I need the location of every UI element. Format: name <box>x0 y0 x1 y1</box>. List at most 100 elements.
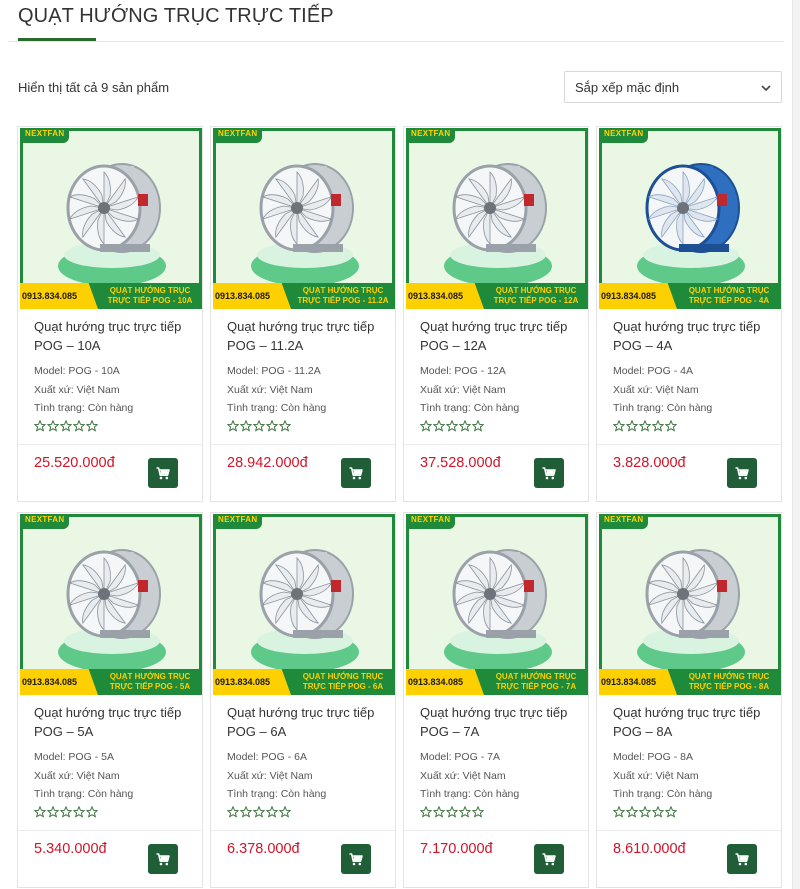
product-card[interactable]: NEXTFAN 0913.834.085 QUẠT HƯỚNG TRỤC TRỰ… <box>17 512 203 888</box>
star-outline-icon <box>240 805 252 818</box>
product-name-link[interactable]: Quạt hướng trục trực tiếp POG – 7A <box>420 703 580 741</box>
star-outline-icon <box>665 419 677 432</box>
sort-select[interactable]: Sắp xếp mặc định <box>564 71 782 103</box>
product-name-link[interactable]: Quạt hướng trục trực tiếp POG – 11.2A <box>227 317 387 355</box>
product-price: 3.828.000đ <box>613 455 686 471</box>
cart-icon <box>156 466 170 479</box>
product-origin: Xuất xứ: Việt Nam <box>420 383 506 396</box>
product-image[interactable]: NEXTFAN 0913.834.085 QUẠT HƯỚNG TRỤC TRỰ… <box>213 514 395 695</box>
banner-text: QUẠT HƯỚNG TRỤC TRỰC TIẾP POG - 7A <box>486 672 586 692</box>
star-outline-icon <box>639 419 651 432</box>
product-image[interactable]: NEXTFAN 0913.834.085 QUẠT HƯỚNG TRỤC TRỰ… <box>20 514 202 695</box>
add-to-cart-button[interactable] <box>341 458 371 488</box>
product-image[interactable]: NEXTFAN 0913.834.085 QUẠT HƯỚNG TRỤC TRỰ… <box>406 128 588 309</box>
star-outline-icon <box>34 805 46 818</box>
add-to-cart-button[interactable] <box>534 458 564 488</box>
star-outline-icon <box>279 419 291 432</box>
star-outline-icon <box>626 419 638 432</box>
image-frame <box>406 514 588 695</box>
star-rating <box>420 419 580 434</box>
star-outline-icon <box>47 805 59 818</box>
banner-text: QUẠT HƯỚNG TRỤC TRỰC TIẾP POG - 6A <box>293 672 393 692</box>
card-divider <box>597 830 781 831</box>
star-rating <box>34 805 194 820</box>
sort-selected-label: Sắp xếp mặc định <box>575 80 680 95</box>
image-frame <box>213 514 395 695</box>
brand-tag: NEXTFAN <box>20 514 70 529</box>
cart-icon <box>349 466 363 479</box>
product-name-link[interactable]: Quạt hướng trục trực tiếp POG – 4A <box>613 317 773 355</box>
add-to-cart-button[interactable] <box>341 844 371 874</box>
product-model: Model: POG - 4A <box>613 365 693 377</box>
phone-number: 0913.834.085 <box>408 677 464 687</box>
star-outline-icon <box>266 805 278 818</box>
star-outline-icon <box>613 805 625 818</box>
banner-line-2: TRỰC TIẾP POG - 4A <box>688 296 770 305</box>
product-model: Model: POG - 7A <box>420 751 500 763</box>
product-status: Tình trạng: Còn hàng <box>420 402 520 414</box>
add-to-cart-button[interactable] <box>148 458 178 488</box>
product-image[interactable]: NEXTFAN 0913.834.085 QUẠT HƯỚNG TRỤC TRỰ… <box>213 128 395 309</box>
image-frame <box>20 514 202 695</box>
product-name-link[interactable]: Quạt hướng trục trực tiếp POG – 5A <box>34 703 194 741</box>
product-name-link[interactable]: Quạt hướng trục trực tiếp POG – 12A <box>420 317 580 355</box>
product-model: Model: POG - 8A <box>613 751 693 763</box>
product-name-link[interactable]: Quạt hướng trục trực tiếp POG – 10A <box>34 317 194 355</box>
star-outline-icon <box>446 419 458 432</box>
product-image[interactable]: NEXTFAN 0913.834.085 QUẠT HƯỚNG TRỤC TRỰ… <box>599 128 781 309</box>
product-status: Tình trạng: Còn hàng <box>227 788 327 800</box>
product-origin: Xuất xứ: Việt Nam <box>34 769 120 782</box>
product-status: Tình trạng: Còn hàng <box>227 402 327 414</box>
product-name-link[interactable]: Quạt hướng trục trực tiếp POG – 6A <box>227 703 387 741</box>
product-info: Quạt hướng trục trực tiếp POG – 6A Model… <box>227 703 387 820</box>
product-origin: Xuất xứ: Việt Nam <box>34 383 120 396</box>
product-card[interactable]: NEXTFAN 0913.834.085 QUẠT HƯỚNG TRỤC TRỰ… <box>210 126 396 502</box>
card-divider <box>404 444 588 445</box>
product-name-link[interactable]: Quạt hướng trục trực tiếp POG – 8A <box>613 703 773 741</box>
star-outline-icon <box>472 805 484 818</box>
cart-icon <box>735 852 749 865</box>
phone-number: 0913.834.085 <box>22 677 78 687</box>
star-rating <box>227 805 387 820</box>
star-outline-icon <box>34 419 46 432</box>
cart-icon <box>542 852 556 865</box>
product-status: Tình trạng: Còn hàng <box>613 788 713 800</box>
product-price: 8.610.000đ <box>613 841 686 857</box>
star-outline-icon <box>652 805 664 818</box>
add-to-cart-button[interactable] <box>727 458 757 488</box>
image-frame <box>406 128 588 309</box>
product-image[interactable]: NEXTFAN 0913.834.085 QUẠT HƯỚNG TRỤC TRỰ… <box>599 514 781 695</box>
banner-line-2: TRỰC TIẾP POG - 8A <box>688 682 770 691</box>
product-card[interactable]: NEXTFAN 0913.834.085 QUẠT HƯỚNG TRỤC TRỰ… <box>596 512 782 888</box>
card-divider <box>211 444 395 445</box>
banner-text: QUẠT HƯỚNG TRỤC TRỰC TIẾP POG - 8A <box>679 672 779 692</box>
product-info: Quạt hướng trục trực tiếp POG – 10A Mode… <box>34 317 194 434</box>
product-info: Quạt hướng trục trực tiếp POG – 8A Model… <box>613 703 773 820</box>
phone-number: 0913.834.085 <box>22 291 78 301</box>
image-frame <box>599 128 781 309</box>
product-card[interactable]: NEXTFAN 0913.834.085 QUẠT HƯỚNG TRỤC TRỰ… <box>17 126 203 502</box>
add-to-cart-button[interactable] <box>148 844 178 874</box>
banner-line-2: TRỰC TIẾP POG - 12A <box>493 296 579 305</box>
star-outline-icon <box>253 419 265 432</box>
product-price: 7.170.000đ <box>420 841 493 857</box>
cart-icon <box>156 852 170 865</box>
star-outline-icon <box>626 805 638 818</box>
product-category-page: QUẠT HƯỚNG TRỤC TRỰC TIẾP Hiển thị tất c… <box>0 0 800 889</box>
product-price: 37.528.000đ <box>420 455 501 471</box>
card-divider <box>18 830 202 831</box>
add-to-cart-button[interactable] <box>727 844 757 874</box>
star-outline-icon <box>279 805 291 818</box>
banner-line-2: TRỰC TIẾP POG - 11.2A <box>297 296 389 305</box>
product-card[interactable]: NEXTFAN 0913.834.085 QUẠT HƯỚNG TRỤC TRỰ… <box>403 126 589 502</box>
product-image[interactable]: NEXTFAN 0913.834.085 QUẠT HƯỚNG TRỤC TRỰ… <box>406 514 588 695</box>
add-to-cart-button[interactable] <box>534 844 564 874</box>
scrollbar-track[interactable] <box>792 0 800 889</box>
banner-text: QUẠT HƯỚNG TRỤC TRỰC TIẾP POG - 5A <box>100 672 200 692</box>
star-outline-icon <box>227 805 239 818</box>
product-image[interactable]: NEXTFAN 0913.834.085 QUẠT HƯỚNG TRỤC TRỰ… <box>20 128 202 309</box>
product-card[interactable]: NEXTFAN 0913.834.085 QUẠT HƯỚNG TRỤC TRỰ… <box>210 512 396 888</box>
product-card[interactable]: NEXTFAN 0913.834.085 QUẠT HƯỚNG TRỤC TRỰ… <box>596 126 782 502</box>
banner-line-2: TRỰC TIẾP POG - 5A <box>109 682 191 691</box>
product-card[interactable]: NEXTFAN 0913.834.085 QUẠT HƯỚNG TRỤC TRỰ… <box>403 512 589 888</box>
